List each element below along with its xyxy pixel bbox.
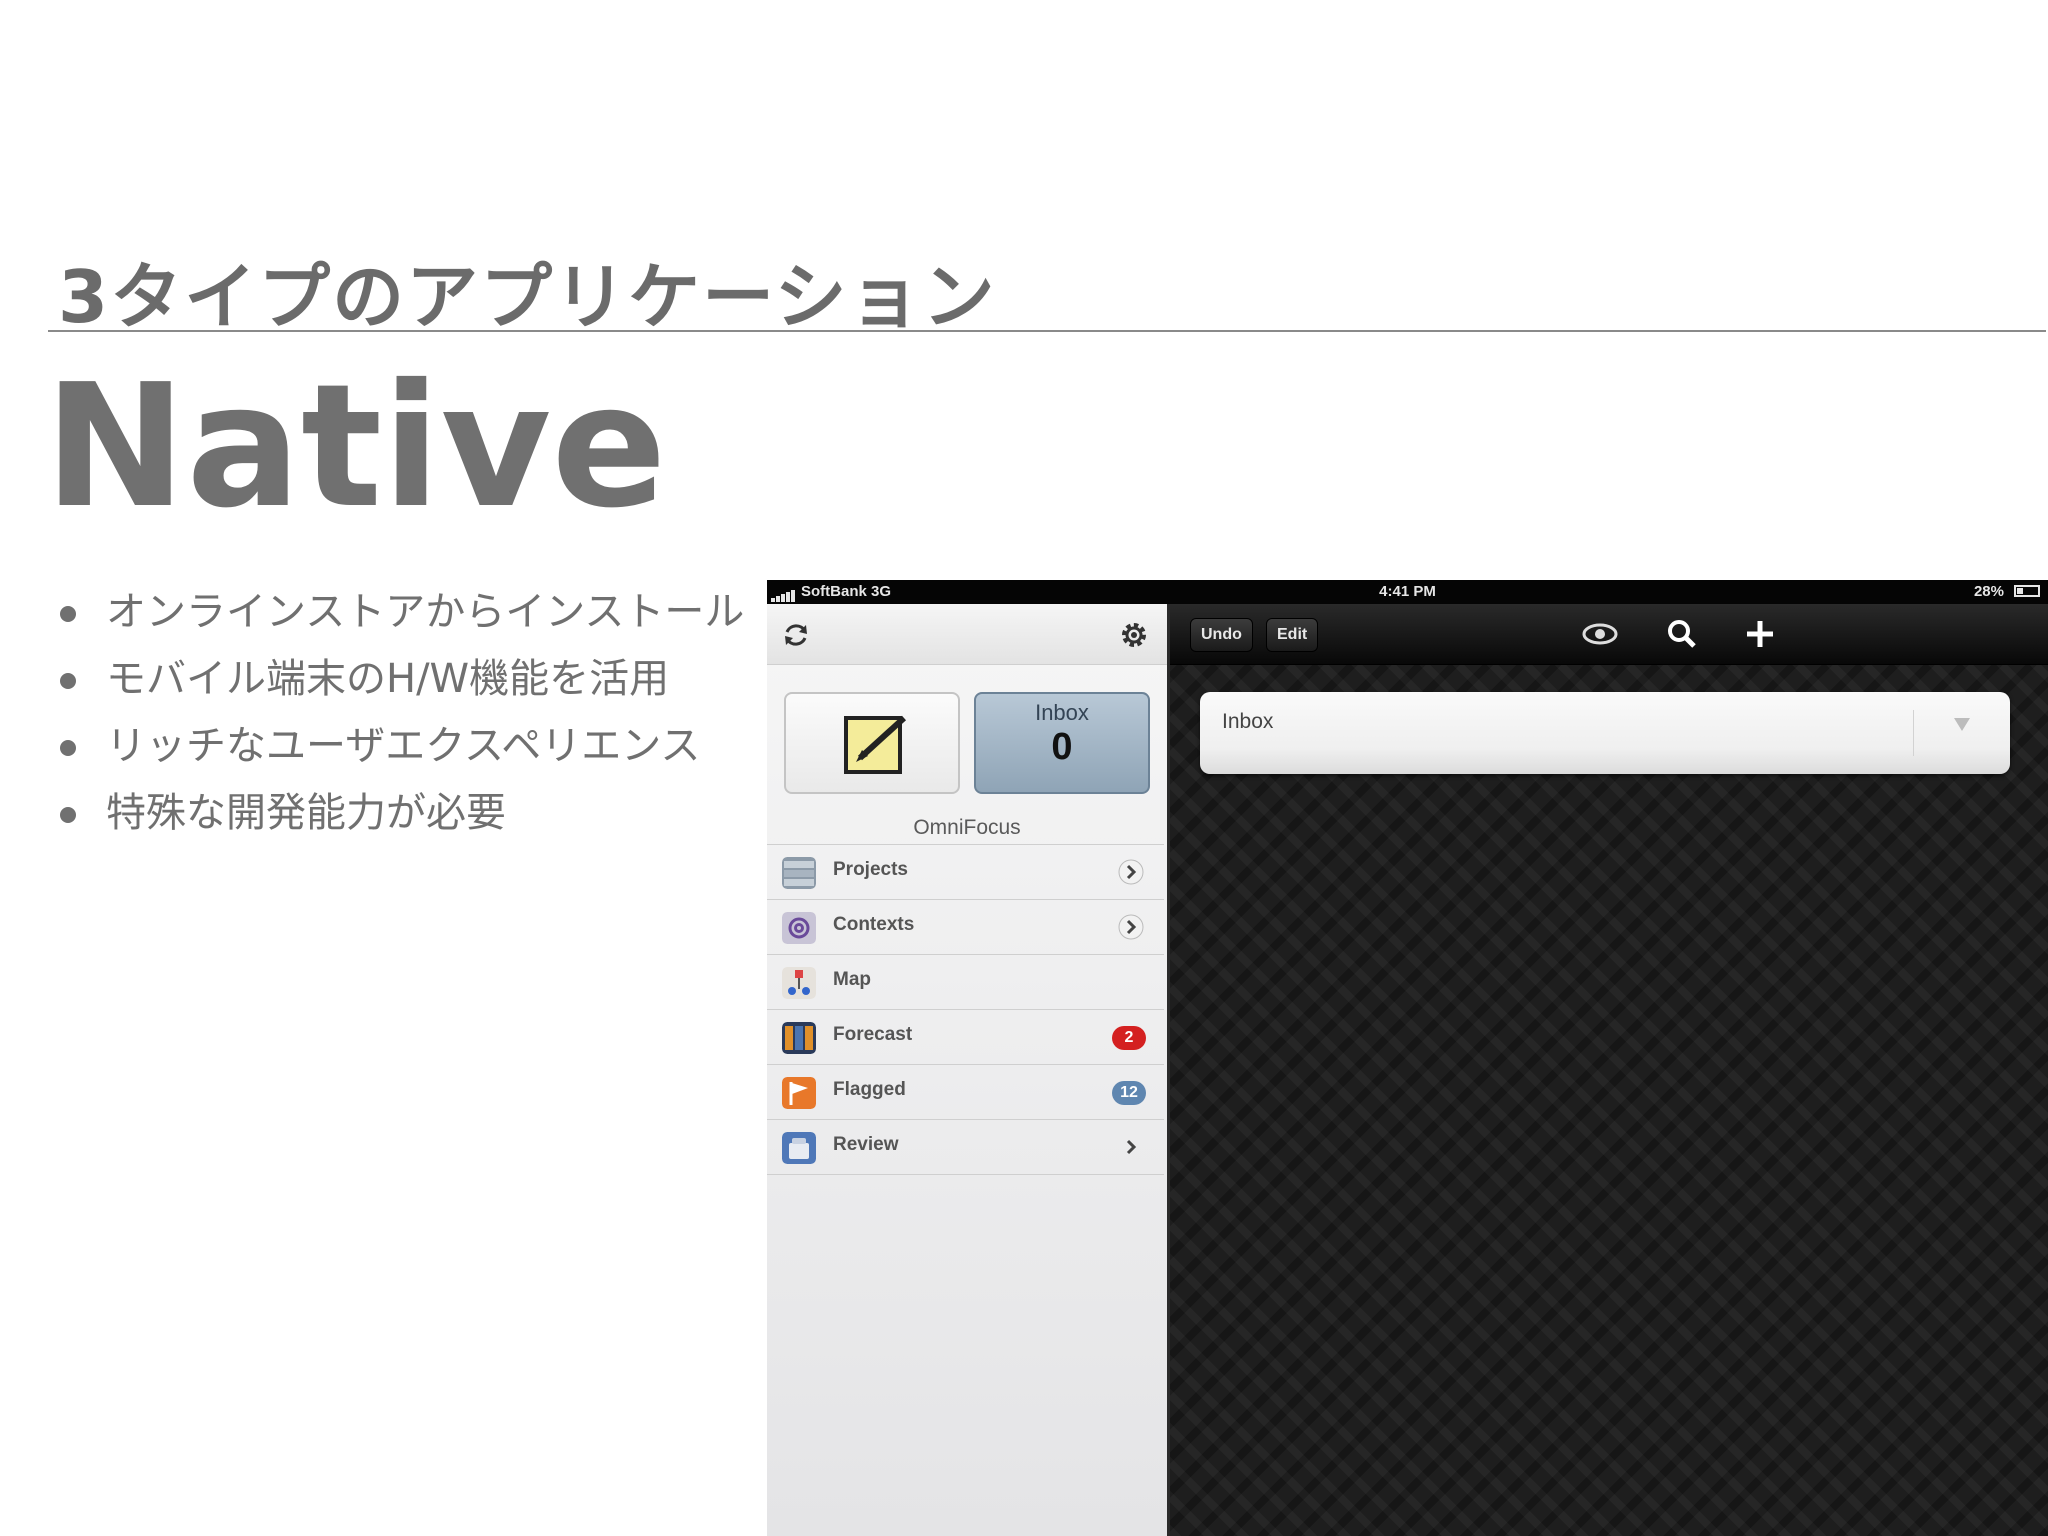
slide-title: Native <box>44 348 667 546</box>
sidebar-item-label: Projects <box>833 859 908 880</box>
inbox-tile-label: Inbox <box>1035 700 1089 725</box>
sidebar-nav: Projects Contexts Map Forecast 2 Flagged… <box>767 844 1164 1175</box>
sidebar-item-forecast[interactable]: Forecast 2 <box>767 1009 1164 1064</box>
projects-icon <box>782 857 816 889</box>
sidebar-toolbar <box>767 604 1167 665</box>
slide-subtitle: 3タイプのアプリケーション <box>58 255 997 339</box>
slide-divider <box>48 330 2046 332</box>
sidebar-item-projects[interactable]: Projects <box>767 844 1164 899</box>
sidebar-item-label: Review <box>833 1134 899 1155</box>
sidebar-item-label: Contexts <box>833 914 915 935</box>
sidebar-item-contexts[interactable]: Contexts <box>767 899 1164 954</box>
review-icon <box>782 1132 816 1164</box>
flagged-badge: 12 <box>1112 1081 1146 1105</box>
app-name: OmniFocus <box>913 816 1021 839</box>
inbox-tile-count: 0 <box>1051 726 1073 768</box>
main-toolbar: Undo Edit <box>1170 604 2048 665</box>
sidebar-item-label: Map <box>833 969 871 990</box>
bullet-item: リッチなユーザエクスペリエンス <box>60 718 744 785</box>
status-bar: SoftBank 3G 4:41 PM 28% <box>767 580 2048 604</box>
search-icon[interactable] <box>1664 618 1700 650</box>
inbox-tile[interactable]: Inbox 0 <box>974 692 1150 794</box>
clock-label: 4:41 PM <box>1379 583 1436 600</box>
dropdown-arrow-icon[interactable] <box>1954 718 1970 731</box>
chevron-right-icon <box>1126 1139 1137 1155</box>
sidebar: Inbox 0 OmniFocus Projects Contexts Map … <box>767 604 1170 1536</box>
new-item-button[interactable] <box>784 692 960 794</box>
contexts-icon <box>782 912 816 944</box>
undo-button[interactable]: Undo <box>1190 618 1253 652</box>
sidebar-item-review[interactable]: Review <box>767 1119 1164 1175</box>
forecast-badge: 2 <box>1112 1026 1146 1050</box>
chevron-right-icon <box>1118 859 1144 885</box>
sidebar-item-label: Flagged <box>833 1079 906 1100</box>
gear-icon[interactable] <box>1119 620 1149 650</box>
main-pane: Undo Edit Inbox <box>1170 604 2048 1536</box>
inbox-header-bar[interactable]: Inbox <box>1200 692 2010 774</box>
flagged-icon <box>782 1077 816 1109</box>
sync-icon[interactable] <box>781 620 811 650</box>
bullet-item: オンラインストアからインストール <box>60 584 744 651</box>
forecast-icon <box>782 1022 816 1054</box>
sidebar-item-map[interactable]: Map <box>767 954 1164 1009</box>
chevron-right-icon <box>1118 914 1144 940</box>
bullet-item: 特殊な開発能力が必要 <box>60 785 744 852</box>
inbox-header-divider <box>1913 710 1914 756</box>
sidebar-item-label: Forecast <box>833 1024 913 1045</box>
add-icon[interactable] <box>1742 618 1778 650</box>
battery-label: 28% <box>1973 583 2004 600</box>
sidebar-item-flagged[interactable]: Flagged 12 <box>767 1064 1164 1119</box>
battery-icon <box>2014 585 2040 597</box>
bullet-item: モバイル端末のH/W機能を活用 <box>60 651 744 718</box>
device-screenshot: SoftBank 3G 4:41 PM 28% Inbox 0 OmniFocu… <box>767 580 2048 1536</box>
inbox-header-label: Inbox <box>1222 710 1274 733</box>
eye-icon[interactable] <box>1582 618 1618 650</box>
pencil-icon <box>844 715 907 774</box>
bullet-list: オンラインストアからインストール モバイル端末のH/W機能を活用 リッチなユーザ… <box>60 584 744 852</box>
edit-button[interactable]: Edit <box>1266 618 1319 652</box>
map-icon <box>782 967 816 999</box>
